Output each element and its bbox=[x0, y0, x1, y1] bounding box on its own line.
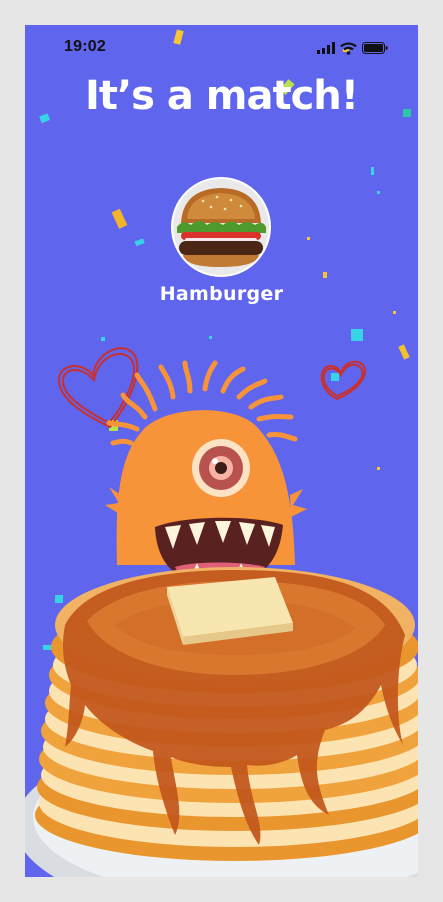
right-heart-icon bbox=[320, 360, 366, 401]
match-screen: 19:02 It’s a match! Hamburger bbox=[25, 25, 418, 877]
left-heart-icon bbox=[57, 347, 139, 429]
pancake-stack bbox=[35, 567, 418, 861]
monster-character bbox=[105, 360, 307, 585]
monster-pancake-illustration bbox=[25, 347, 418, 877]
